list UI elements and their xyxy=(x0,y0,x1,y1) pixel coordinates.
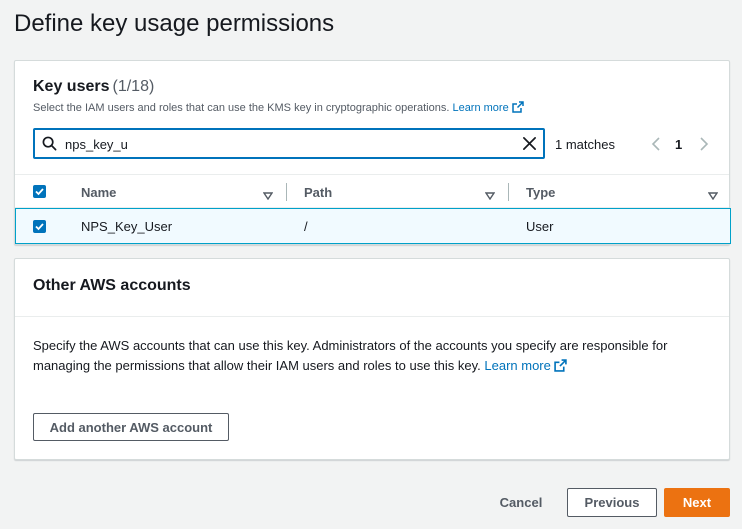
next-button[interactable]: Next xyxy=(664,488,730,517)
row-path: / xyxy=(304,219,308,234)
key-users-title: Key users xyxy=(33,78,110,95)
row-type: User xyxy=(526,219,554,234)
key-users-learn-more-link[interactable]: Learn more xyxy=(452,101,524,116)
table-header: Name Path Type xyxy=(15,174,729,208)
sort-caret-down-icon[interactable] xyxy=(707,187,719,205)
divider xyxy=(15,316,729,317)
key-users-learn-more-label: Learn more xyxy=(452,102,509,114)
other-accounts-learn-more-label: Learn more xyxy=(484,358,551,373)
external-link-icon xyxy=(511,101,524,116)
table-row[interactable]: NPS_Key_User / User xyxy=(15,208,731,244)
cancel-button[interactable]: Cancel xyxy=(490,488,552,516)
key-users-count: (1/18) xyxy=(112,78,155,95)
search-input[interactable] xyxy=(65,134,505,154)
key-users-description-text: Select the IAM users and roles that can … xyxy=(33,102,450,114)
select-all-checkbox[interactable] xyxy=(33,185,46,198)
other-accounts-description-text: Specify the AWS accounts that can use th… xyxy=(33,338,668,373)
key-users-panel: Key users (1/18) Select the IAM users and… xyxy=(14,60,731,245)
previous-button[interactable]: Previous xyxy=(567,488,657,517)
key-users-header: Key users (1/18) xyxy=(33,78,154,96)
external-link-icon xyxy=(554,358,567,378)
other-accounts-description: Specify the AWS accounts that can use th… xyxy=(33,336,693,378)
column-header-name[interactable]: Name xyxy=(81,185,116,200)
chevron-right-icon[interactable] xyxy=(699,137,709,156)
other-accounts-panel: Other AWS accounts Specify the AWS accou… xyxy=(14,258,730,460)
row-name: NPS_Key_User xyxy=(81,219,173,234)
matches-count: 1 matches xyxy=(555,137,615,152)
clear-search-icon[interactable] xyxy=(522,136,537,156)
search-icon xyxy=(42,136,57,156)
column-header-type[interactable]: Type xyxy=(526,185,555,200)
page-number[interactable]: 1 xyxy=(675,137,682,152)
other-accounts-title: Other AWS accounts xyxy=(33,277,191,294)
chevron-left-icon[interactable] xyxy=(651,137,661,156)
search-box xyxy=(33,128,545,159)
column-divider[interactable] xyxy=(508,183,509,201)
row-checkbox[interactable] xyxy=(33,220,46,233)
column-divider[interactable] xyxy=(286,183,287,201)
column-header-path[interactable]: Path xyxy=(304,185,332,200)
sort-caret-down-icon[interactable] xyxy=(484,187,496,205)
key-users-description: Select the IAM users and roles that can … xyxy=(33,101,524,116)
other-accounts-learn-more-link[interactable]: Learn more xyxy=(484,358,567,373)
page-title: Define key usage permissions xyxy=(14,10,335,37)
sort-caret-down-icon[interactable] xyxy=(262,187,274,205)
add-aws-account-button[interactable]: Add another AWS account xyxy=(33,413,229,441)
